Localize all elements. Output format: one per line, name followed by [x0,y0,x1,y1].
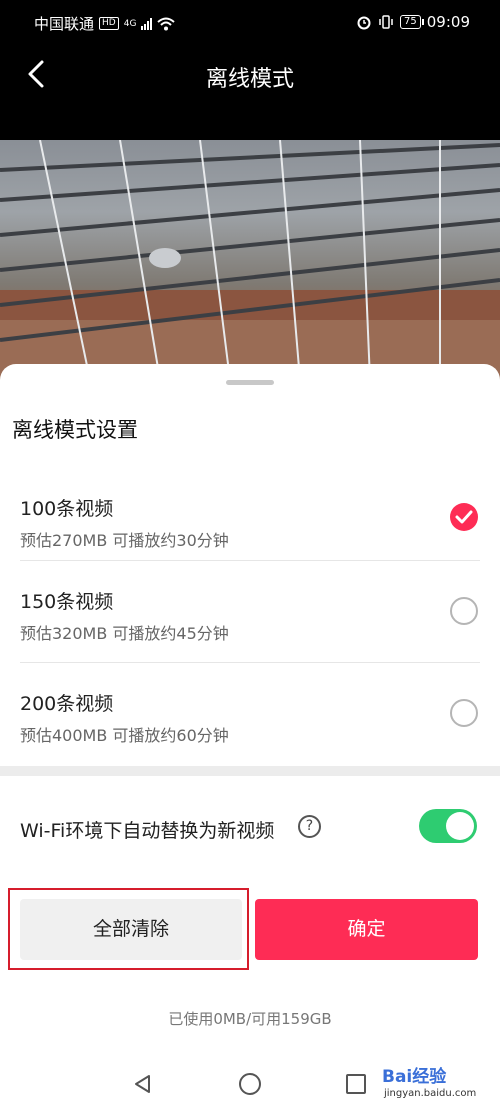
option-200-videos[interactable]: 200条视频 预估400MB 可播放约60分钟 [0,679,500,780]
option-100-videos[interactable]: 100条视频 预估270MB 可播放约30分钟 [0,482,500,583]
nav-home-icon[interactable] [239,1073,261,1095]
option-title: 150条视频 [20,591,114,613]
divider [20,662,480,663]
background-video-frame [0,140,500,380]
wifi-auto-replace-toggle[interactable] [419,809,477,843]
alarm-icon [357,16,371,30]
confirm-button[interactable]: 确定 [255,899,478,960]
signal-icon [141,17,153,30]
section-separator [0,766,500,776]
radio-unchecked-icon[interactable] [450,699,478,727]
toggle-knob [446,812,474,840]
hd-badge: HD [99,17,119,30]
network-type: 4G [123,18,137,29]
sheet-title: 离线模式设置 [12,418,138,442]
storage-usage-text: 已使用0MB/可用159GB [168,1010,332,1028]
option-title: 200条视频 [20,693,114,715]
radio-checked-icon[interactable] [450,503,478,531]
status-bar: 中国联通 HD 4G 75 09:09 [0,0,500,46]
drag-handle[interactable] [226,380,274,385]
carrier-name: 中国联通 [34,15,95,33]
vibrate-icon [379,15,393,29]
watermark-logo: Bai经验 [382,1067,447,1087]
status-right: 75 09:09 [356,13,470,31]
option-subtitle: 预估400MB 可播放约60分钟 [20,726,229,745]
clock: 09:09 [426,13,470,31]
clear-all-button[interactable]: 全部清除 [20,899,242,960]
help-icon[interactable]: ? [298,815,321,838]
battery-indicator: 75 [400,15,424,29]
nav-back-icon[interactable] [132,1073,154,1095]
greenhouse-frame-image [0,140,500,380]
radio-unchecked-icon[interactable] [450,597,478,625]
wifi-icon [157,17,176,30]
status-left: 中国联通 HD 4G [34,13,176,34]
option-subtitle: 预估320MB 可播放约45分钟 [20,624,229,643]
watermark-url: jingyan.baidu.com [384,1088,477,1099]
nav-recent-icon[interactable] [346,1074,366,1094]
option-title: 100条视频 [20,498,114,520]
page-title: 离线模式 [205,67,294,92]
system-nav-bar: Bai经验 jingyan.baidu.com [0,1058,500,1111]
divider [20,560,480,561]
wifi-auto-replace-label: Wi-Fi环境下自动替换为新视频 [20,820,275,842]
nav-header: 离线模式 [0,46,500,140]
option-subtitle: 预估270MB 可播放约30分钟 [20,531,229,550]
offline-settings-sheet: 离线模式设置 100条视频 预估270MB 可播放约30分钟 150条视频 预估… [0,364,500,1058]
